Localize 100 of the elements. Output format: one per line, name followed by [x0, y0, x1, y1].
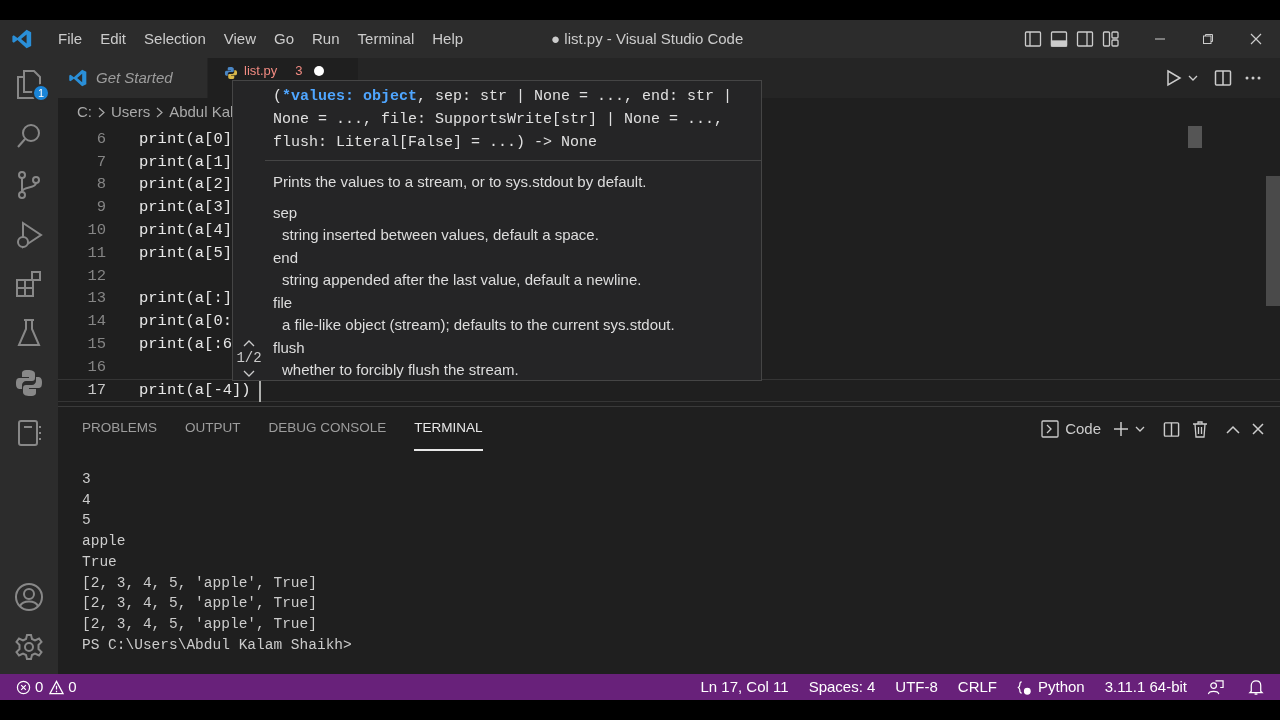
- doc-summary: Prints the values to a stream, or to sys.stdout by default.: [273, 172, 648, 192]
- function-signature: (*values: object, sep: str | None = ..., end: str | None = ..., file: SupportsWrite[str] | None = ..., flush: Literal[False] = ...) -> None: [265, 81, 761, 161]
- panel-tab[interactable]: OUTPUT: [185, 407, 241, 451]
- menu-item[interactable]: File: [50, 27, 91, 51]
- panel-tab[interactable]: TERMINAL: [414, 407, 483, 451]
- new-terminal-icon[interactable]: [1113, 421, 1129, 437]
- restore-icon[interactable]: [1202, 33, 1214, 45]
- terminal-icon: [1041, 420, 1060, 438]
- split-terminal-icon[interactable]: [1163, 420, 1180, 438]
- param-name: flush: [273, 337, 306, 358]
- line-number: 12: [86, 265, 106, 287]
- braces-icon: [1017, 679, 1032, 695]
- close-icon[interactable]: [1250, 33, 1262, 45]
- status-item[interactable]: 3.11.1 64-bit: [1104, 675, 1187, 699]
- menu-item[interactable]: Go: [266, 27, 302, 51]
- breadcrumb-item[interactable]: C:: [77, 100, 92, 124]
- terminal-line: [2, 3, 4, 5, 'apple', True]: [82, 594, 317, 614]
- line-number: 8: [95, 174, 106, 196]
- secondary-sidebar-icon[interactable]: [1076, 30, 1094, 48]
- vscode-logo-icon: [11, 28, 33, 50]
- terminal-line: [2, 3, 4, 5, 'apple', True]: [82, 573, 317, 593]
- problem-count: 3: [295, 64, 303, 78]
- overload-counter: 1/2: [236, 349, 262, 368]
- terminal-line: PS C:\Users\Abdul Kalam Shaikh>: [82, 635, 352, 655]
- code-line: print(a[4]: [139, 219, 232, 241]
- line-number: 10: [86, 219, 106, 241]
- testing-flask-icon[interactable]: [16, 318, 42, 348]
- code-line: print(a[3]: [139, 197, 232, 219]
- run-debug-icon[interactable]: [15, 220, 43, 250]
- line-number: 9: [95, 197, 106, 219]
- terminal-line: 5: [82, 511, 91, 531]
- chevron-down-icon[interactable]: [1135, 425, 1145, 433]
- code-line: print(a[:]: [139, 288, 232, 310]
- status-item[interactable]: CRLF: [957, 675, 997, 699]
- layout-icon[interactable]: [1102, 30, 1120, 48]
- status-item[interactable]: UTF-8: [895, 675, 938, 699]
- terminal-line: 3: [82, 470, 91, 489]
- line-number: 13: [86, 288, 106, 310]
- window-title: ● list.py - Visual Studio Code: [551, 28, 744, 49]
- code-line: print(a[1]: [139, 151, 232, 173]
- feedback-icon[interactable]: [1207, 678, 1224, 696]
- problems-indicator[interactable]: 0 0: [16, 675, 77, 699]
- menu-item[interactable]: Help: [424, 27, 472, 51]
- trash-icon[interactable]: [1192, 420, 1208, 438]
- line-number: 16: [86, 356, 106, 378]
- menu-item[interactable]: Selection: [136, 27, 214, 51]
- vscode-logo-icon: [68, 68, 88, 88]
- line-number: 14: [86, 311, 106, 333]
- menu-item[interactable]: View: [215, 27, 264, 51]
- param-name: end: [273, 247, 300, 268]
- account-icon[interactable]: [14, 582, 44, 612]
- line-number: 11: [86, 242, 106, 264]
- close-panel-icon[interactable]: [1252, 423, 1264, 435]
- panel-tab[interactable]: DEBUG CONSOLE: [268, 407, 387, 451]
- code-line: print(a[0:: [139, 311, 232, 333]
- menu-item[interactable]: Edit: [92, 27, 135, 51]
- maximize-panel-icon[interactable]: [1226, 424, 1240, 434]
- python-icon[interactable]: [14, 368, 44, 398]
- code-line: print(a[0]: [139, 128, 232, 150]
- line-number: 17: [86, 379, 106, 401]
- next-overload-icon[interactable]: [243, 370, 255, 378]
- error-icon: [16, 679, 31, 695]
- menu-item[interactable]: Run: [304, 27, 348, 51]
- code-line: print(a[2]: [139, 174, 232, 196]
- language-mode[interactable]: Python: [1017, 675, 1085, 699]
- line-number: 15: [86, 333, 106, 355]
- extensions-icon[interactable]: [15, 270, 43, 298]
- more-actions-icon[interactable]: [1244, 75, 1262, 81]
- breadcrumb-item[interactable]: Abdul Kal: [169, 100, 234, 124]
- breadcrumb-item[interactable]: Users: [111, 100, 151, 124]
- line-number: 7: [95, 151, 106, 173]
- status-item[interactable]: Spaces: 4: [808, 675, 876, 699]
- param-name: sep: [273, 202, 299, 223]
- terminal-line: [2, 3, 4, 5, 'apple', True]: [82, 614, 317, 634]
- terminal-name[interactable]: Code: [1065, 417, 1101, 441]
- code-line: print(a[5]: [139, 242, 232, 264]
- previous-overload-icon[interactable]: [243, 339, 255, 347]
- source-control-icon[interactable]: [15, 170, 43, 200]
- search-icon[interactable]: [15, 122, 43, 150]
- terminal-line: True: [82, 552, 117, 572]
- chevron-right-icon: [156, 106, 164, 118]
- editor-tab[interactable]: Get Started: [58, 58, 208, 98]
- param-description: string appended after the last value, default a newline.: [281, 270, 643, 290]
- notifications-bell-icon[interactable]: [1248, 678, 1264, 696]
- scrollbar-thumb[interactable]: [1266, 176, 1280, 306]
- panel-tab[interactable]: PROBLEMS: [82, 407, 158, 451]
- minimap: [1188, 126, 1202, 148]
- sidebar-toggle-icon[interactable]: [1024, 30, 1042, 48]
- split-editor-icon[interactable]: [1214, 69, 1232, 87]
- chevron-down-icon[interactable]: [1188, 74, 1198, 82]
- settings-icon[interactable]: [14, 632, 44, 662]
- line-number: 6: [95, 128, 106, 150]
- run-icon[interactable]: [1166, 69, 1182, 87]
- status-item[interactable]: Ln 17, Col 11: [700, 675, 789, 699]
- warning-icon: [49, 679, 65, 695]
- menu-item[interactable]: Terminal: [349, 27, 423, 51]
- param-description: string inserted between values, default a space.: [281, 225, 600, 245]
- panel-toggle-icon[interactable]: [1050, 30, 1068, 48]
- terminal-line: apple: [82, 532, 126, 552]
- notebook-icon[interactable]: [15, 418, 43, 448]
